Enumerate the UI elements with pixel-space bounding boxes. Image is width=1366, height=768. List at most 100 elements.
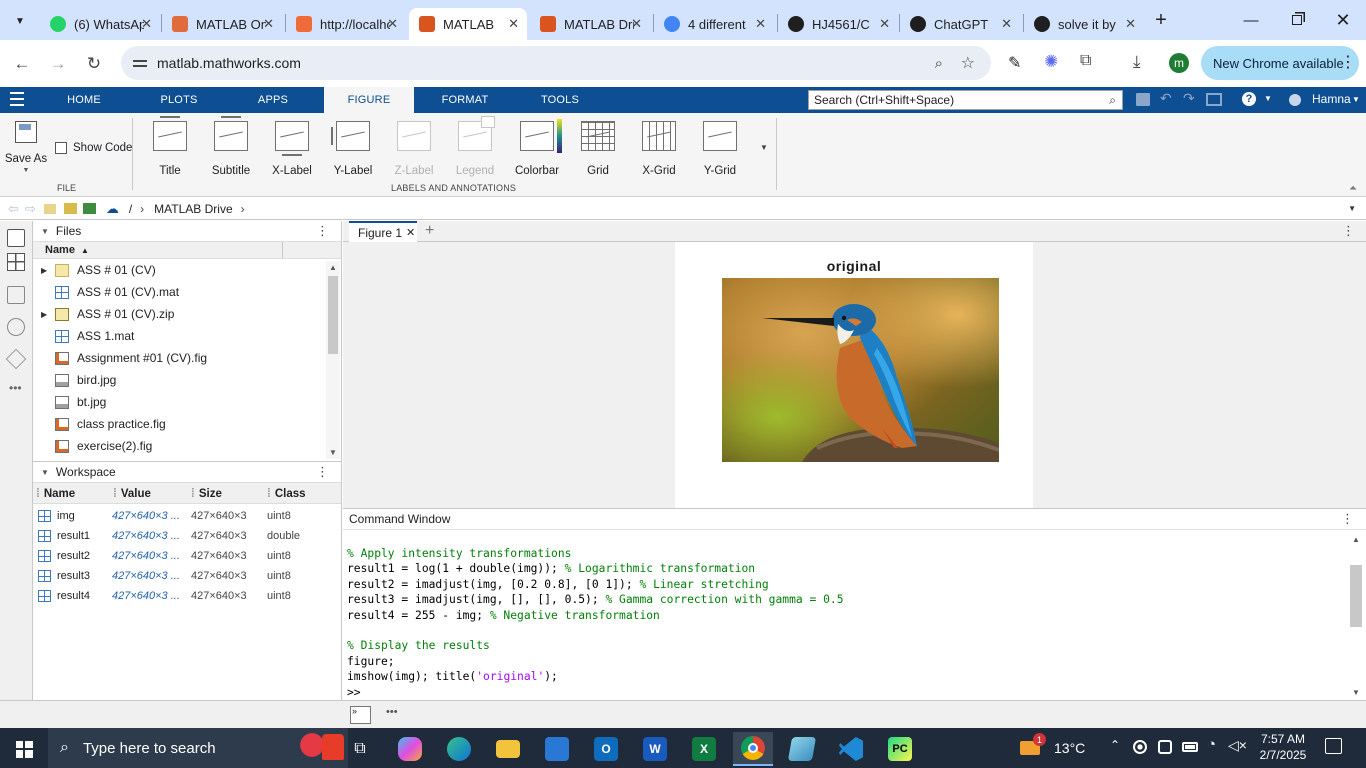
add-ons-icon[interactable] [5,348,27,370]
user-dropdown-icon[interactable]: ▼ [1352,95,1360,104]
workspace-grid-icon[interactable] [7,253,25,271]
taskbar-search-box[interactable]: ⌕ Type here to search [48,728,348,768]
file-row[interactable]: ▶ ASS # 01 (CV).zip [33,303,341,325]
command-window-scrollbar[interactable]: ▲ ▼ [1349,531,1363,699]
record-icon[interactable] [1133,740,1147,754]
bookmark-star-icon[interactable]: ☆ [961,53,975,73]
matlab-search-input[interactable]: Search (Ctrl+Shift+Space) ⌕ [808,90,1123,110]
editor-icon[interactable] [7,286,25,304]
workspace-row[interactable]: result1 427×640×3 ... 427×640×3 double [33,526,341,546]
column-name-header[interactable]: ⁞ Name [36,483,75,505]
forward-folder-icon[interactable]: ⇨ [25,201,36,217]
show-hidden-icons-icon[interactable]: ⌃ [1110,738,1120,752]
column-name[interactable]: Name [45,244,75,256]
zoom-icon[interactable]: ⌕ [935,55,943,72]
browse-folder-icon[interactable] [63,203,77,214]
workspace-row[interactable]: img 427×640×3 ... 427×640×3 uint8 [33,506,341,526]
colorbar-button[interactable]: Colorbar [508,119,566,177]
tab-figure[interactable]: FIGURE [324,87,414,113]
tab-figure-1[interactable]: Figure 1 ✕ [349,221,417,242]
status-more-icon[interactable]: ••• [386,706,398,718]
browser-tab[interactable]: MATLAB Online✕ [162,8,282,40]
task-view-button[interactable]: ⧉ [340,732,380,766]
restore-button[interactable] [1274,0,1320,40]
extensions-puzzle-icon[interactable]: ⧉ [1080,52,1091,70]
clock[interactable]: 7:57 AM 2/7/2025 [1258,731,1308,763]
close-tab-icon[interactable]: ✕ [879,16,890,32]
taskbar-pycharm[interactable]: PC [880,732,920,766]
file-row[interactable]: class practice.fig [33,413,341,435]
close-tab-icon[interactable]: ✕ [141,16,152,32]
file-row[interactable]: ▶ ASS # 01 (CV) [33,259,341,281]
extension-sparkle-icon[interactable]: ✺ [1044,52,1058,72]
reload-button[interactable]: ↻ [82,52,106,76]
taskbar-file-explorer[interactable] [488,732,528,766]
close-tab-icon[interactable]: ✕ [508,16,519,32]
tab-format[interactable]: FORMAT [432,87,498,113]
user-avatar-icon[interactable] [1289,94,1301,106]
address-bar[interactable]: matlab.mathworks.com ⌕ ☆ [121,46,991,80]
undo-icon[interactable]: ↶ [1160,90,1172,107]
new-tab-button[interactable]: + [1149,8,1173,32]
ylabel-button[interactable]: Y-Label [324,121,382,177]
scroll-down-icon[interactable]: ▼ [326,448,340,457]
collapse-triangle-icon[interactable]: ▼ [41,227,49,236]
up-folder-icon[interactable] [43,203,56,214]
more-options-icon[interactable]: ••• [9,381,22,395]
browser-tab[interactable]: MATLAB ✕ [409,8,527,40]
expand-triangle-icon[interactable]: ▶ [33,310,55,319]
taskbar-copilot[interactable] [390,732,430,766]
profile-avatar[interactable]: m [1169,53,1189,73]
files-panel-header[interactable]: ▼ Files ⋮ [33,221,341,241]
refresh-folder-icon[interactable] [82,203,96,214]
taskbar-excel[interactable]: X [684,732,724,766]
subtitle-button[interactable]: Subtitle [202,116,260,177]
close-tab-icon[interactable]: ✕ [1001,16,1012,32]
browser-tab[interactable]: (6) WhatsApp✕ [40,8,160,40]
battery-icon[interactable] [1182,742,1198,752]
help-icon[interactable]: ? [1242,92,1256,106]
file-row[interactable]: ASS # 01 (CV).mat [33,281,341,303]
command-window-output[interactable]: % Apply intensity transformations result1… [347,546,1337,685]
extension-pen-icon[interactable]: ✎ [1008,53,1021,73]
scroll-up-icon[interactable]: ▲ [1349,535,1363,544]
close-tab-icon[interactable]: ✕ [631,16,642,32]
file-row[interactable]: bt.jpg [33,391,341,413]
close-tab-icon[interactable]: ✕ [263,16,274,32]
url-text[interactable]: matlab.mathworks.com [157,55,301,71]
xgrid-button[interactable]: X-Grid [630,121,688,177]
tab-search-button[interactable]: ▼ [8,9,32,33]
scroll-down-icon[interactable]: ▼ [1349,688,1363,697]
column-class-header[interactable]: ⁞ Class [267,483,306,505]
files-column-header[interactable]: Name ▲ [33,241,341,259]
redo-icon[interactable]: ↷ [1183,90,1195,107]
taskbar-outlook[interactable]: O [586,732,626,766]
downloads-icon[interactable]: ⤓ [1133,52,1141,72]
taskbar-vscode[interactable] [831,732,871,766]
show-code-checkbox[interactable]: Show Code [55,142,132,154]
path-dropdown-icon[interactable]: ▼ [1348,204,1356,213]
user-name[interactable]: Hamna [1312,92,1351,106]
path-root[interactable]: / [129,202,132,216]
browser-tab[interactable]: solve it by ✕ [1024,8,1144,40]
grid-button[interactable]: Grid [569,121,627,177]
add-figure-tab-button[interactable]: + [425,222,434,240]
back-button[interactable]: ← [10,52,34,76]
status-prompt-icon[interactable]: » [350,706,371,724]
close-tab-icon[interactable]: ✕ [1125,16,1136,32]
scroll-up-icon[interactable]: ▲ [326,263,340,272]
path-folder[interactable]: MATLAB Drive [154,202,232,216]
command-window-menu-icon[interactable]: ⋮ [1341,511,1354,527]
forward-button[interactable]: → [46,52,70,76]
notification-center-icon[interactable] [1325,738,1342,754]
scrollbar-thumb[interactable] [1350,565,1362,627]
file-row[interactable]: exercise(2).fig [33,435,341,457]
cloud-icon[interactable]: ☁ [106,201,119,217]
tab-tools[interactable]: TOOLS [530,87,590,113]
save-as-button[interactable]: Save As ▼ [4,121,48,174]
column-value-header[interactable]: ⁞ Value [113,483,151,505]
close-tab-icon[interactable]: ✕ [387,16,398,32]
chrome-menu-icon[interactable]: ⋮ [1340,52,1356,72]
weather-widget[interactable]: 1 13°C [1020,733,1085,762]
close-window-button[interactable]: ✕ [1320,0,1366,40]
